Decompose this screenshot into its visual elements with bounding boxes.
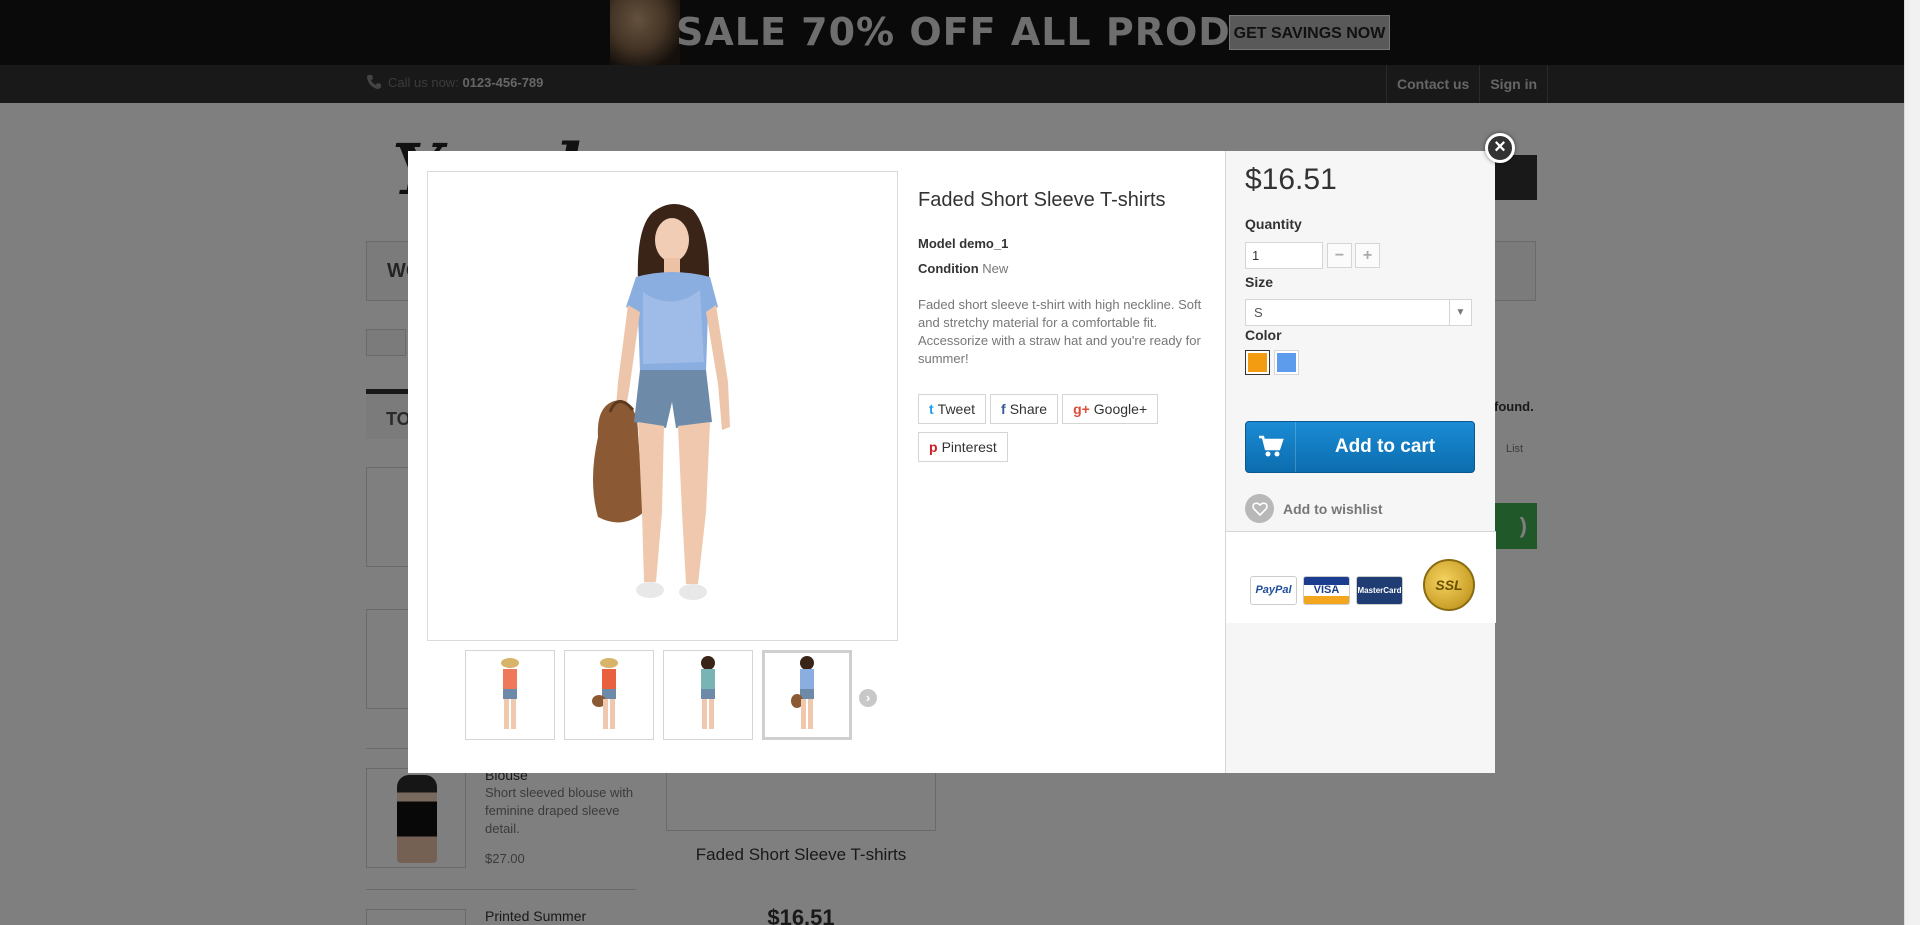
social-share-buttons: t Tweet f Share g+ Google+ p Pinterest <box>918 394 1178 466</box>
payment-logos: PayPal VISA MasterCard SSL <box>1226 531 1496 623</box>
twitter-icon: t <box>929 401 934 417</box>
product-price: $16.51 <box>1245 163 1337 196</box>
share-label: Share <box>1009 401 1048 417</box>
product-info: Faded Short Sleeve T-shirts Model demo_1… <box>918 189 1218 368</box>
product-condition: Condition New <box>918 261 1218 276</box>
google-plus-icon: g+ <box>1073 401 1090 417</box>
size-label: Size <box>1245 274 1274 290</box>
quick-view-modal: › Faded Short Sleeve T-shirts Model demo… <box>408 151 1496 773</box>
product-description: Faded short sleeve t-shirt with high nec… <box>918 297 1202 366</box>
color-swatch-blue[interactable] <box>1274 350 1299 375</box>
color-swatch-orange[interactable] <box>1245 350 1270 375</box>
thumbnail-strip <box>465 650 852 740</box>
thumbnail[interactable] <box>663 650 753 740</box>
ssl-badge: SSL <box>1423 559 1475 611</box>
model-photo <box>593 203 730 600</box>
close-icon[interactable]: × <box>1485 133 1515 163</box>
wishlist-label: Add to wishlist <box>1283 500 1383 517</box>
size-selected-value: S <box>1254 305 1263 320</box>
quantity-input[interactable]: 1 <box>1245 242 1323 269</box>
pinterest-icon: p <box>929 439 938 455</box>
chevron-down-icon: ▼ <box>1449 300 1471 325</box>
cart-icon <box>1246 422 1296 472</box>
visa-logo: VISA <box>1303 576 1350 605</box>
model-label: Model <box>918 236 956 251</box>
condition-label: Condition <box>918 261 979 276</box>
google-plus-label: Google+ <box>1093 401 1148 417</box>
product-title: Faded Short Sleeve T-shirts <box>918 189 1166 211</box>
facebook-icon: f <box>1001 401 1006 417</box>
add-to-cart-label: Add to cart <box>1334 436 1436 457</box>
facebook-share-button[interactable]: f Share <box>990 394 1059 424</box>
quantity-decrease-button[interactable]: − <box>1327 243 1352 268</box>
heart-icon <box>1245 494 1274 523</box>
add-to-cart-button[interactable]: Add to cart <box>1245 421 1475 473</box>
thumbnail-next-icon[interactable]: › <box>859 689 877 707</box>
color-label: Color <box>1245 327 1282 343</box>
thumbnail[interactable] <box>465 650 555 740</box>
product-model: Model demo_1 <box>918 236 1218 251</box>
pinterest-label: Pinterest <box>941 439 997 455</box>
tweet-button[interactable]: t Tweet <box>918 394 987 424</box>
google-plus-button[interactable]: g+ Google+ <box>1062 394 1159 424</box>
tweet-label: Tweet <box>937 401 976 417</box>
thumbnail[interactable] <box>564 650 654 740</box>
thumbnail-selected[interactable] <box>762 650 852 740</box>
model-value: demo_1 <box>959 236 1009 251</box>
buy-box: $16.51 Quantity 1 − + Size S ▼ Color Add… <box>1225 151 1496 773</box>
paypal-logo: PayPal <box>1250 576 1297 605</box>
add-to-wishlist-link[interactable]: Add to wishlist <box>1245 494 1383 523</box>
product-main-image[interactable] <box>427 171 898 641</box>
pinterest-button[interactable]: p Pinterest <box>918 432 1008 462</box>
quantity-label: Quantity <box>1245 216 1302 232</box>
quantity-increase-button[interactable]: + <box>1355 243 1380 268</box>
condition-value: New <box>982 261 1009 276</box>
page-scrollbar[interactable] <box>1904 0 1920 925</box>
size-select[interactable]: S ▼ <box>1245 299 1472 326</box>
mastercard-logo: MasterCard <box>1356 576 1403 605</box>
